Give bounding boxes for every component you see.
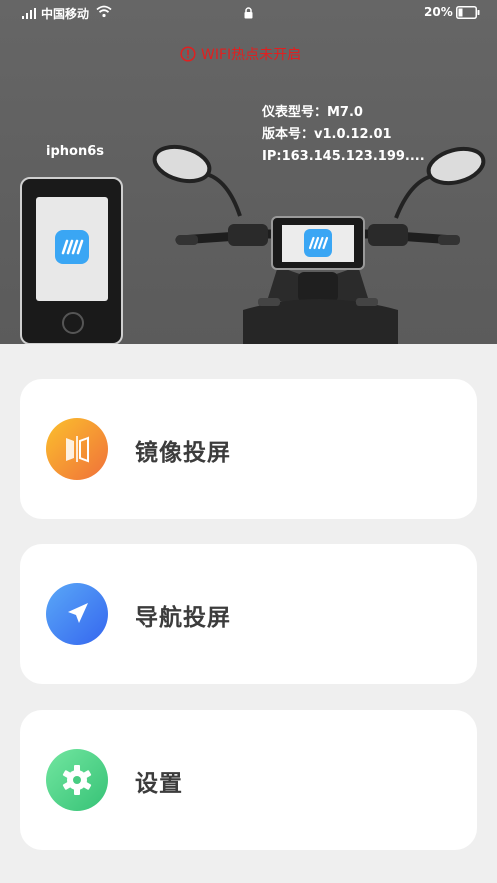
- gear-icon: [46, 749, 108, 811]
- mirror-projection-label: 镜像投屏: [135, 440, 231, 466]
- wifi-icon: [96, 5, 112, 18]
- signal-icon: [22, 8, 36, 19]
- scooter-illustration: [148, 138, 488, 344]
- navigation-projection-label: 导航投屏: [135, 605, 231, 631]
- phone-name: iphon6s: [46, 144, 104, 159]
- wifi-warning[interactable]: WIFI热点未开启: [180, 45, 301, 63]
- navigation-icon: [46, 583, 108, 645]
- phone-illustration: [20, 177, 123, 344]
- mirror-icon: [46, 418, 108, 480]
- dashboard-screen: [271, 216, 365, 270]
- settings-label: 设置: [135, 771, 183, 797]
- battery-percentage: 20%: [424, 5, 453, 19]
- navigation-projection-card[interactable]: 导航投屏: [20, 544, 477, 684]
- home-button: [62, 312, 84, 334]
- mirror-projection-card[interactable]: 镜像投屏: [20, 379, 477, 519]
- battery-icon: [456, 6, 480, 19]
- app-logo-icon: [304, 229, 332, 257]
- device-header: 中国移动 20% WIFI热点未开启 仪表型号：M7.0 版本号：v1.0.12…: [0, 0, 497, 344]
- lock-icon: [244, 7, 253, 19]
- device-model: 仪表型号：M7.0: [262, 105, 363, 120]
- wifi-warning-text: WIFI热点未开启: [201, 47, 302, 63]
- settings-card[interactable]: 设置: [20, 710, 477, 850]
- status-bar: 中国移动 20%: [0, 0, 497, 26]
- alert-icon: [180, 46, 196, 62]
- app-logo-icon: [55, 230, 89, 264]
- carrier-label: 中国移动: [41, 7, 90, 21]
- phone-screen: [36, 197, 108, 301]
